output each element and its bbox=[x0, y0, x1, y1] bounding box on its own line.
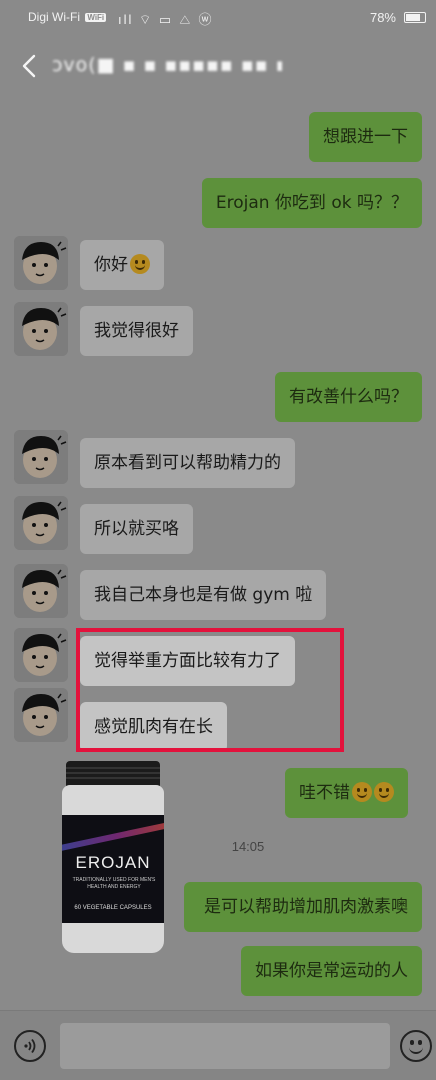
message-bubble-incoming[interactable]: 我自己本身也是有做 gym 啦 bbox=[80, 570, 327, 620]
bottle-lid bbox=[66, 761, 160, 787]
message-bubble-incoming[interactable]: 所以就买咯 bbox=[80, 504, 193, 554]
message-bubble-outgoing[interactable]: 想跟进一下 bbox=[309, 112, 422, 162]
avatar-image bbox=[14, 236, 68, 290]
chevron-left-icon bbox=[22, 54, 36, 78]
battery-icon bbox=[404, 12, 426, 23]
avatar-image bbox=[14, 688, 68, 742]
message-bubble-incoming[interactable]: 我觉得很好 bbox=[80, 306, 193, 356]
avatar-image bbox=[14, 302, 68, 356]
message-bubble-incoming[interactable]: 原本看到可以帮助精力的 bbox=[80, 438, 295, 488]
avatar-image bbox=[14, 496, 68, 550]
message-bubble-outgoing[interactable]: 哇不错 bbox=[285, 768, 408, 818]
bottle-body: EROJAN TRADITIONALLY USED FOR MEN'S HEAL… bbox=[62, 785, 164, 953]
battery-percentage: 78% bbox=[369, 10, 396, 25]
emoji-button[interactable] bbox=[400, 1030, 432, 1062]
carrier-label: Digi Wi-Fi WiFi bbox=[28, 10, 107, 24]
voice-icon bbox=[24, 1038, 36, 1054]
product-brand: EROJAN bbox=[75, 853, 151, 872]
status-bar: Digi Wi-Fi WiFi ıll ⌔ ▭ △ ⓦ 78% bbox=[0, 0, 436, 34]
back-button[interactable] bbox=[14, 50, 44, 82]
contact-avatar[interactable] bbox=[14, 688, 68, 742]
chat-message-list[interactable]: 想跟进一下 Erojan 你吃到 ok 吗？？ 你好 我觉得很好 有改善什么吗？… bbox=[0, 98, 436, 1010]
message-bubble-outgoing[interactable]: 有改善什么吗？ bbox=[275, 372, 422, 422]
message-input-bar bbox=[0, 1010, 436, 1080]
grin-emoji-icon bbox=[352, 782, 372, 802]
message-text-input[interactable] bbox=[60, 1023, 390, 1069]
status-icons: ıll ⌔ ▭ △ ⓦ bbox=[118, 12, 214, 27]
smiley-icon bbox=[409, 1047, 423, 1054]
contact-name[interactable]: ɔvo(■ ▪ ▪ ▪▪▪▪▪ ▪▪ ▪ bbox=[52, 54, 282, 78]
smile-emoji-icon bbox=[130, 254, 150, 274]
contact-avatar[interactable] bbox=[14, 628, 68, 682]
contact-avatar[interactable] bbox=[14, 496, 68, 550]
product-tagline: TRADITIONALLY USED FOR MEN'S HEALTH AND … bbox=[72, 877, 156, 890]
wifi-calling-badge: WiFi bbox=[85, 13, 107, 22]
contact-avatar[interactable] bbox=[14, 430, 68, 484]
message-bubble-incoming[interactable]: 你好 bbox=[80, 240, 164, 290]
red-highlight-annotation bbox=[76, 628, 344, 752]
message-bubble-outgoing[interactable]: Erojan 你吃到 ok 吗？？ bbox=[201, 178, 422, 228]
grin-emoji-icon bbox=[374, 782, 394, 802]
contact-avatar[interactable] bbox=[14, 236, 68, 290]
contact-avatar[interactable] bbox=[14, 302, 68, 356]
product-bottle-image: EROJAN TRADITIONALLY USED FOR MEN'S HEAL… bbox=[62, 761, 164, 953]
chat-header: ɔvo(■ ▪ ▪ ▪▪▪▪▪ ▪▪ ▪ bbox=[0, 34, 436, 98]
message-bubble-outgoing[interactable]: 如果你是常运动的人 bbox=[241, 946, 422, 996]
avatar-image bbox=[14, 430, 68, 484]
message-bubble-outgoing[interactable]: 是可以帮助增加肌肉激素噢 bbox=[184, 882, 422, 932]
bottle-label: EROJAN TRADITIONALLY USED FOR MEN'S HEAL… bbox=[62, 815, 164, 923]
avatar-image bbox=[14, 564, 68, 618]
product-count: 60 VEGETABLE CAPSULES bbox=[74, 905, 152, 911]
voice-input-button[interactable] bbox=[14, 1030, 46, 1062]
avatar-image bbox=[14, 628, 68, 682]
contact-avatar[interactable] bbox=[14, 564, 68, 618]
